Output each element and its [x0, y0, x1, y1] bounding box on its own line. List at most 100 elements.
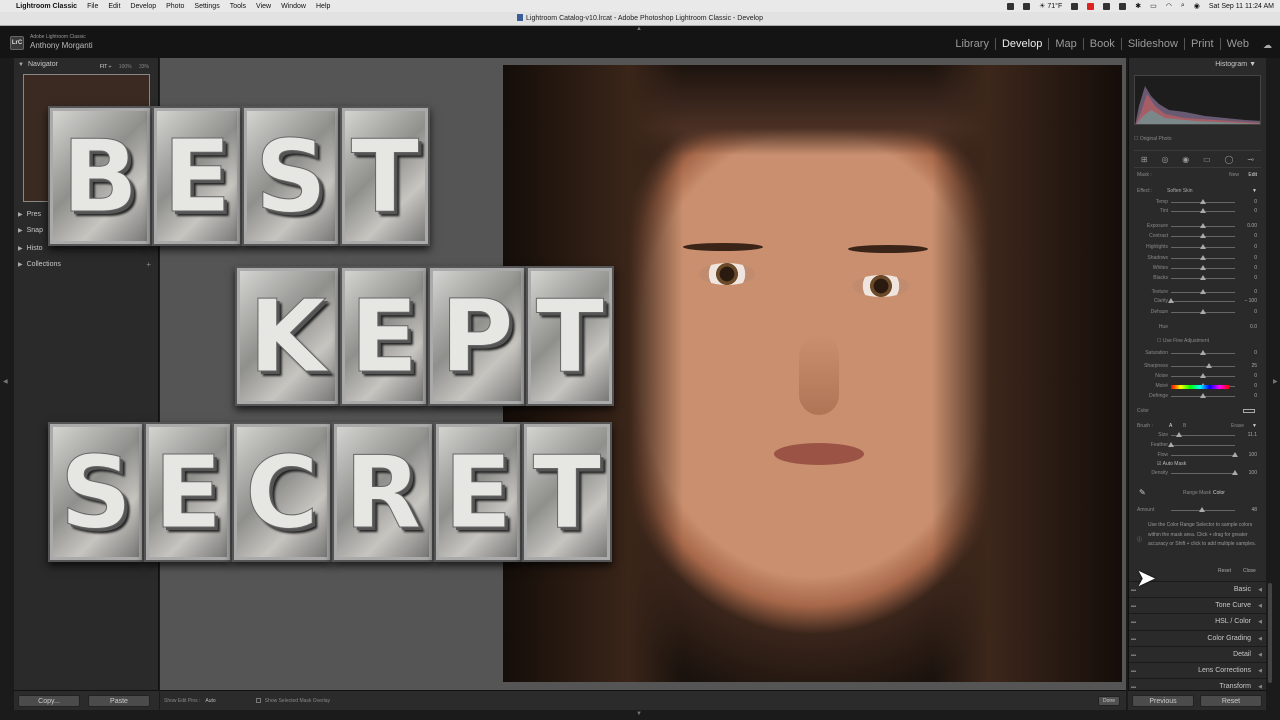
sliders-slider-row[interactable]: Temp 0 [1137, 198, 1261, 206]
slider-knob[interactable] [1200, 208, 1206, 213]
crop-tool-icon[interactable]: ⊞ [1141, 155, 1148, 164]
wifi-icon[interactable]: ◠ [1166, 2, 1172, 10]
sliders-slider-row[interactable]: Whites 0 [1137, 264, 1261, 272]
module-map[interactable]: Map [1048, 38, 1082, 50]
copy-button[interactable]: Copy... [18, 695, 80, 707]
histogram-header[interactable]: Histogram ▼ [1215, 61, 1256, 68]
module-web[interactable]: Web [1219, 38, 1255, 50]
mask-overlay-checkbox[interactable] [255, 698, 261, 703]
slider-track[interactable] [1171, 366, 1235, 367]
bluetooth-icon[interactable]: ✱ [1135, 2, 1141, 10]
amount-row[interactable]: Amount 48 [1137, 506, 1261, 514]
fine-adjust-checkbox[interactable]: ☐ Use Fine Adjustment [1157, 337, 1209, 345]
previous-button[interactable]: Previous [1132, 695, 1194, 707]
module-slideshow[interactable]: Slideshow [1120, 38, 1184, 50]
slider-knob[interactable] [1200, 393, 1206, 398]
slider-knob[interactable] [1200, 244, 1206, 249]
right-panel-toggle-icon[interactable]: ▶ [1273, 378, 1278, 385]
effect-select[interactable]: Soften Skin [1167, 187, 1193, 195]
slider-knob[interactable] [1175, 432, 1182, 437]
red-eye-icon[interactable]: ◉ [1182, 155, 1189, 164]
paste-button[interactable]: Paste [88, 695, 150, 707]
slider-knob[interactable] [1200, 373, 1206, 378]
done-button[interactable]: Done [1098, 696, 1120, 706]
effect-dropdown-icon[interactable]: ▼ [1252, 187, 1257, 195]
slider-knob[interactable] [1206, 363, 1213, 368]
brush-dropdown-icon[interactable]: ▼ [1252, 422, 1257, 430]
hue-gradient-bar[interactable] [1171, 385, 1229, 389]
slider-knob[interactable] [1200, 309, 1206, 314]
menu-help[interactable]: Help [316, 3, 330, 10]
menu-edit[interactable]: Edit [108, 3, 120, 10]
brush-a-button[interactable]: A [1169, 422, 1172, 430]
brush-tool-icon[interactable]: ⊸ [1247, 155, 1254, 164]
module-develop[interactable]: Develop [994, 38, 1048, 50]
panel-switch-icon[interactable]: ▬ [1131, 614, 1136, 630]
mask-reset-button[interactable]: Reset [1218, 568, 1231, 574]
section-hsl-color[interactable]: ▬ HSL / Color ◀ [1129, 613, 1267, 629]
module-library[interactable]: Library [949, 38, 995, 50]
module-book[interactable]: Book [1082, 38, 1121, 50]
auto-mask-checkbox[interactable]: ☑ Auto Mask [1157, 460, 1186, 468]
slider-knob[interactable] [1200, 255, 1206, 260]
slider-track[interactable] [1171, 455, 1235, 456]
brush-b-button[interactable]: B [1183, 422, 1186, 430]
zoom-fit[interactable]: FIT ÷ [100, 64, 112, 70]
datetime[interactable]: Sat Sep 11 11:24 AM [1209, 3, 1274, 10]
slider-knob[interactable] [1200, 233, 1206, 238]
brush_sliders-slider-row[interactable]: Flow 100 [1137, 451, 1261, 459]
menu-app-name[interactable]: Lightroom Classic [16, 3, 77, 10]
original-photo-toggle[interactable]: ☐ Original Photo [1134, 136, 1172, 142]
slider-knob[interactable] [1232, 470, 1238, 475]
left-panel-toggle-icon[interactable]: ◀ [3, 378, 8, 385]
right-panel-scrollbar[interactable] [1266, 58, 1280, 690]
sliders-slider-row[interactable]: Highlights 0 [1137, 243, 1261, 251]
weather-icon[interactable]: ☀ 71°F [1039, 2, 1062, 10]
top-panel-toggle-icon[interactable]: ▲ [636, 26, 642, 32]
slider-knob[interactable] [1200, 199, 1206, 204]
range-mask-select[interactable]: Color [1213, 489, 1225, 497]
slider-knob[interactable] [1168, 442, 1174, 447]
slider-knob[interactable] [1168, 298, 1174, 303]
brush-erase-button[interactable]: Erase [1231, 422, 1244, 430]
spot-removal-icon[interactable]: ◎ [1161, 155, 1168, 164]
search-icon[interactable]: ⌕ [1181, 2, 1185, 10]
histogram[interactable] [1134, 75, 1261, 125]
section-detail[interactable]: ▬ Detail ◀ [1129, 646, 1267, 662]
menu-photo[interactable]: Photo [166, 3, 184, 10]
slider-knob[interactable] [1200, 265, 1206, 270]
slider-track[interactable] [1171, 445, 1235, 446]
slider-knob[interactable] [1200, 275, 1206, 280]
slider-track[interactable] [1171, 473, 1235, 474]
slider-knob[interactable] [1232, 452, 1238, 457]
sliders-slider-row[interactable]: Exposure 0.00 [1137, 222, 1261, 230]
cloud-icon[interactable] [1119, 2, 1127, 10]
mask-edit-button[interactable]: Edit [1248, 171, 1257, 179]
panel-switch-icon[interactable]: ▬ [1131, 663, 1136, 679]
sliders-slider-row[interactable]: Shadows 0 [1137, 254, 1261, 262]
menu-tools[interactable]: Tools [230, 3, 246, 10]
sliders-slider-row[interactable]: Blacks 0 [1137, 274, 1261, 282]
graduated-filter-icon[interactable]: ▭ [1203, 155, 1211, 164]
sliders-slider-row[interactable]: Sharpness 25 [1137, 362, 1261, 370]
status-icon[interactable] [1103, 2, 1111, 10]
mask-new-button[interactable]: New [1229, 171, 1239, 179]
slider-knob[interactable] [1200, 289, 1206, 294]
hue-slider-row[interactable]: Hue 0.0 [1137, 323, 1261, 331]
status-icon[interactable] [1023, 2, 1031, 10]
eyedropper-icon[interactable]: ✎ [1139, 489, 1146, 497]
bottom-panel-toggle-icon[interactable]: ▼ [636, 711, 642, 717]
sliders-slider-row[interactable]: Dehaze 0 [1137, 308, 1261, 316]
navigator-header[interactable]: ▼ Navigator FIT ÷ 100% 33% [18, 58, 155, 71]
cloud-sync-icon[interactable]: ☁ [1263, 40, 1272, 51]
slider-knob[interactable] [1200, 350, 1206, 355]
status-icon[interactable] [1007, 2, 1015, 10]
sliders-slider-row[interactable]: Saturation 0 [1137, 349, 1261, 357]
mask-close-button[interactable]: Close [1243, 568, 1256, 574]
brush_sliders-slider-row[interactable]: Size 11.1 [1137, 431, 1261, 439]
sliders-slider-row[interactable]: Clarity – 100 [1137, 297, 1261, 305]
panel-switch-icon[interactable]: ▬ [1131, 631, 1136, 647]
section-color-grading[interactable]: ▬ Color Grading ◀ [1129, 630, 1267, 646]
sliders-slider-row[interactable]: Texture 0 [1137, 288, 1261, 296]
sliders-slider-row[interactable]: Tint 0 [1137, 207, 1261, 215]
